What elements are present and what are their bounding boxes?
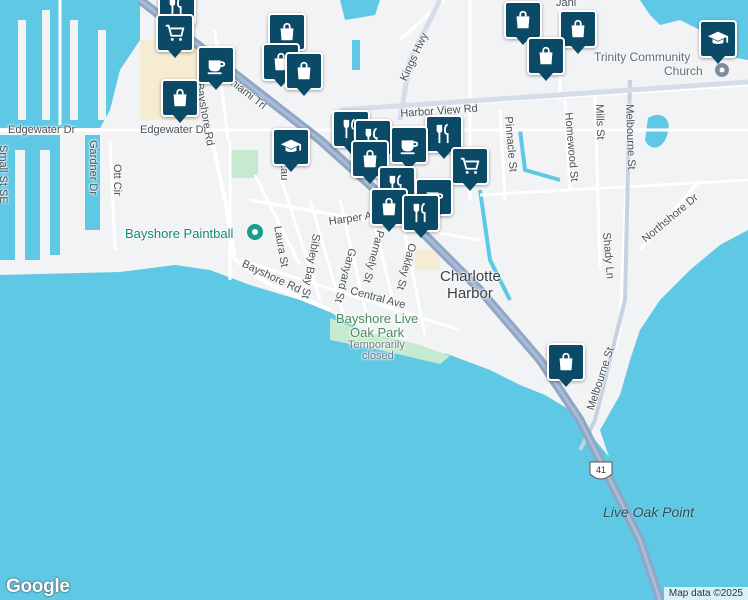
- poi-cafe-2[interactable]: [390, 126, 428, 170]
- place-charlotte-harbor-line1: Charlotte: [440, 268, 501, 285]
- shopping-bag-icon: [173, 88, 187, 107]
- canal-strip-2: [70, 20, 78, 120]
- shopping-cart-icon: [460, 157, 480, 174]
- church-marker[interactable]: [715, 63, 729, 77]
- cafe-icon: [400, 140, 419, 155]
- label-small-st: Small St SE: [0, 145, 9, 204]
- poi-restaurant-6[interactable]: [402, 194, 440, 238]
- shopping-bag-icon: [363, 149, 377, 168]
- shopping-bag-icon: [297, 61, 311, 80]
- label-melbourne-st-north: Melbourne St: [623, 104, 638, 170]
- label-ott-cir: Ott Cir: [111, 164, 123, 196]
- poi-shopping-bag-5[interactable]: [504, 1, 542, 45]
- label-edgewater-east: Edgewater Dr: [140, 124, 208, 136]
- canal-strip-1: [42, 10, 50, 120]
- label-edgewater-west: Edgewater Dr: [8, 124, 76, 136]
- place-trinity-line1[interactable]: Trinity Community: [594, 50, 690, 64]
- cafe-icon: [207, 60, 226, 75]
- commercial-area-2: [415, 250, 440, 270]
- school-icon: [707, 31, 729, 45]
- poi-cafe-1[interactable]: [197, 46, 235, 90]
- canal-strip-4: [18, 20, 26, 120]
- poi-shopping-bag-1[interactable]: [161, 79, 199, 123]
- poi-shopping-bag-10[interactable]: [547, 343, 585, 387]
- poi-shopping-bag-4[interactable]: [285, 52, 323, 96]
- shopping-bag-icon: [559, 352, 573, 371]
- canal-strip-3: [98, 30, 106, 120]
- restaurant-icon: [436, 123, 449, 144]
- route-41-shield: 41: [589, 461, 613, 480]
- shopping-bag-icon: [571, 19, 585, 38]
- poi-shopping-cart-2[interactable]: [451, 147, 489, 191]
- place-live-oak-point: Live Oak Point: [603, 504, 695, 520]
- place-trinity-line2[interactable]: Church: [664, 64, 703, 78]
- park-status-line2: closed: [362, 350, 394, 362]
- google-logo[interactable]: Google: [6, 576, 70, 598]
- route-41-label: 41: [596, 465, 606, 475]
- lagoon-2: [352, 40, 360, 70]
- place-charlotte-harbor-line2: Harbor: [447, 285, 493, 302]
- shopping-bag-icon: [382, 197, 396, 216]
- west-canals: [0, 135, 60, 260]
- map-attribution[interactable]: Map data ©2025: [663, 587, 748, 600]
- restaurant-icon: [413, 202, 426, 223]
- shopping-bag-icon: [516, 10, 530, 29]
- place-park-line1[interactable]: Bayshore Live: [336, 311, 418, 326]
- place-park-line2[interactable]: Oak Park: [350, 325, 404, 340]
- label-jani: Jani: [556, 0, 577, 9]
- poi-school-1[interactable]: [699, 20, 737, 64]
- paintball-marker[interactable]: [247, 224, 263, 240]
- poi-school-2[interactable]: [272, 128, 310, 172]
- label-gardner-dr: Gardner Dr: [87, 140, 99, 196]
- place-bayshore-paintball[interactable]: Bayshore Paintball: [125, 226, 233, 241]
- shopping-bag-icon: [539, 46, 553, 65]
- label-mills-st: Mills St: [593, 104, 607, 140]
- poi-shopping-bag-7[interactable]: [527, 37, 565, 81]
- poi-shopping-cart-1[interactable]: [156, 14, 194, 58]
- shopping-bag-icon: [280, 22, 294, 41]
- school-icon: [280, 139, 302, 153]
- shopping-cart-icon: [165, 24, 185, 41]
- green-area: [230, 150, 258, 178]
